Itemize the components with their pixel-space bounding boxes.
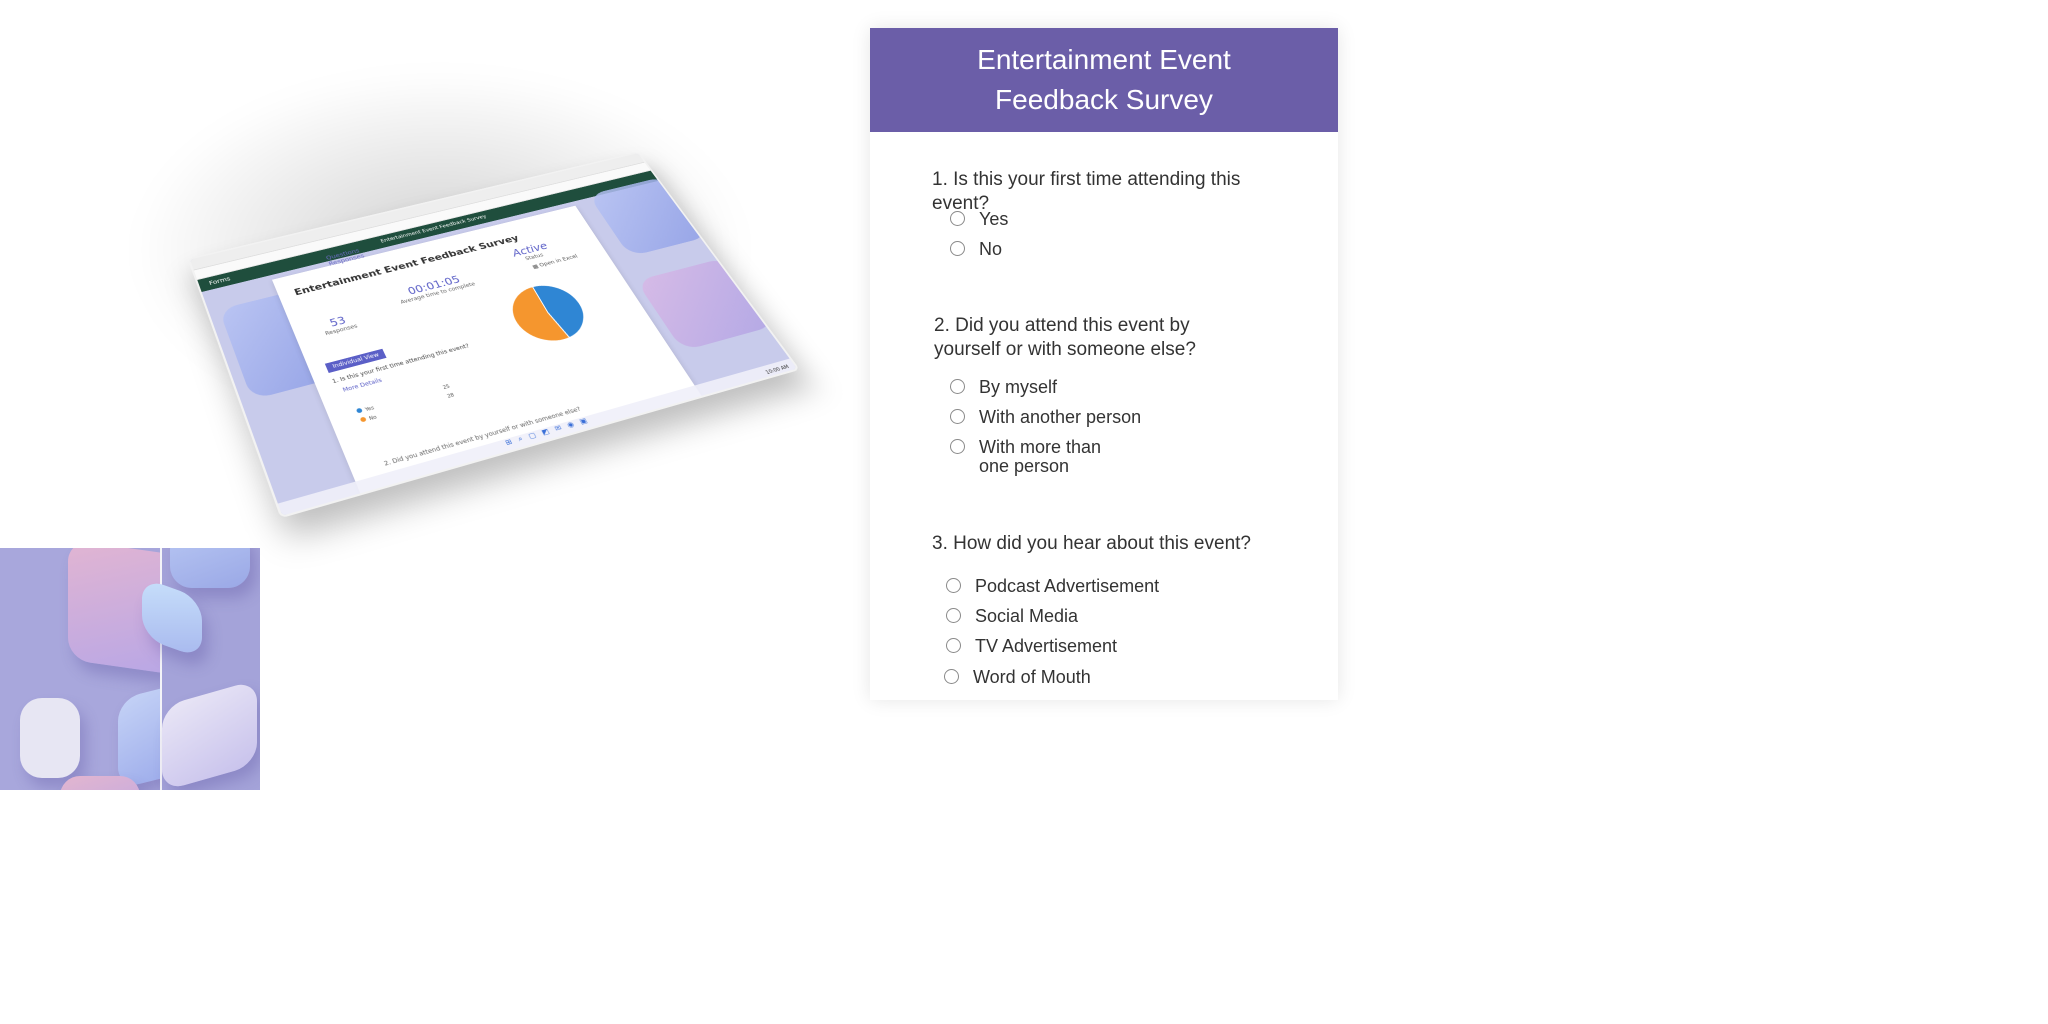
radio-button[interactable] [950, 241, 965, 256]
legend-swatch-yes [356, 408, 363, 414]
option-no[interactable]: No [950, 240, 1002, 259]
survey-header: Entertainment Event Feedback Survey [870, 28, 1338, 132]
radio-button[interactable] [950, 379, 965, 394]
avg-time-stat: 00:01:05 Average time to complete [394, 271, 476, 305]
radio-button[interactable] [946, 608, 961, 623]
legend-label-yes: Yes [365, 405, 376, 413]
option-label: Word of Mouth [973, 668, 1091, 687]
option-yes[interactable]: Yes [950, 210, 1008, 229]
option-label: No [979, 240, 1002, 259]
radio-button[interactable] [950, 211, 965, 226]
option-podcast-advertisement[interactable]: Podcast Advertisement [946, 577, 1159, 596]
forms-brand: Forms [208, 276, 231, 287]
question-3: 3. How did you hear about this event? [932, 532, 1292, 556]
radio-button[interactable] [946, 638, 961, 653]
option-label: Yes [979, 210, 1008, 229]
option-label: Podcast Advertisement [975, 577, 1159, 596]
radio-button[interactable] [946, 578, 961, 593]
option-by-myself[interactable]: By myself [950, 378, 1057, 397]
radio-button[interactable] [950, 409, 965, 424]
legend-count-yes: 25 [442, 384, 451, 391]
legend-swatch-no [360, 417, 367, 423]
option-tv-advertisement[interactable]: TV Advertisement [946, 637, 1117, 656]
option-with-another-person[interactable]: With another person [950, 408, 1141, 427]
legend-label-no: No [368, 415, 378, 422]
decorative-tile [162, 679, 257, 790]
decorative-tile [170, 548, 250, 588]
survey-title: Entertainment Event Feedback Survey [954, 40, 1254, 120]
option-word-of-mouth[interactable]: Word of Mouth [944, 668, 1091, 687]
tile-panel-left [0, 548, 160, 790]
radio-button[interactable] [950, 439, 965, 454]
option-label: With more than one person [979, 438, 1120, 476]
responses-pie-chart [492, 273, 605, 355]
forms-preview-screenshot: Forms Entertainment Event Feedback Surve… [70, 30, 790, 460]
decorative-tile [60, 776, 140, 790]
decorative-tile [20, 698, 80, 778]
option-label: TV Advertisement [975, 637, 1117, 656]
radio-button[interactable] [944, 669, 959, 684]
option-label: Social Media [975, 607, 1078, 626]
question-2: 2. Did you attend this event by yourself… [934, 314, 1254, 362]
option-label: By myself [979, 378, 1057, 397]
legend-count-no: 28 [446, 393, 455, 400]
survey-card: Entertainment Event Feedback Survey 1. I… [870, 28, 1338, 700]
decorative-tile-panels [0, 548, 260, 790]
legend-item-no: No [360, 414, 378, 425]
option-social-media[interactable]: Social Media [946, 607, 1078, 626]
tile-panel-right [162, 548, 260, 790]
responses-stat: 53 Responses [319, 312, 358, 337]
option-label: With another person [979, 408, 1141, 427]
option-with-more-than-one-person[interactable]: With more than one person [950, 438, 1120, 476]
